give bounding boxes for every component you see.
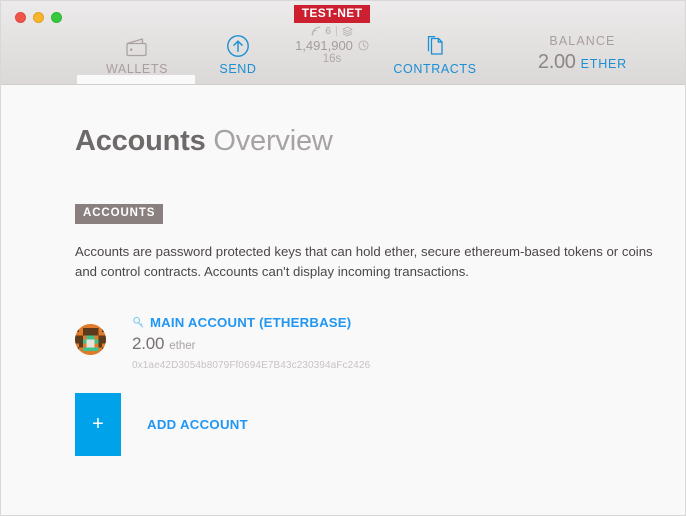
add-account-row[interactable]: + ADD ACCOUNT xyxy=(75,392,685,456)
add-account-button[interactable]: + xyxy=(75,392,121,456)
peers-row: 6 | xyxy=(279,26,385,37)
identicon-avatar xyxy=(75,323,106,355)
plus-icon: + xyxy=(92,413,104,436)
nav-label-send: SEND xyxy=(219,62,257,76)
app-window: WALLETS SEND TEST-NET 6 | 1,491,900 16s … xyxy=(0,0,686,516)
network-status-cluster: TEST-NET 6 | 1,491,900 16s xyxy=(279,4,385,65)
account-unit: ether xyxy=(169,339,196,352)
clock-icon xyxy=(358,40,369,51)
nav-item-wallets[interactable]: WALLETS xyxy=(89,32,185,76)
section-badge-accounts: ACCOUNTS xyxy=(75,204,164,224)
page-title-strong: Accounts xyxy=(75,125,206,157)
nav-label-wallets: WALLETS xyxy=(105,62,169,76)
key-icon xyxy=(132,316,145,329)
nav-label-contracts: CONTRACTS xyxy=(393,62,477,76)
balance-unit: ETHER xyxy=(580,57,627,71)
section-description: Accounts are password protected keys tha… xyxy=(75,243,653,279)
balance-amount: 2.00 xyxy=(537,51,576,73)
balance-label: BALANCE xyxy=(549,34,616,48)
wallet-icon xyxy=(89,32,185,58)
status-divider: | xyxy=(335,24,338,37)
account-address[interactable]: 0x1ae42D3054b8079Ff0694E7B43c230394aFc24… xyxy=(132,360,370,371)
account-amount: 2.00 xyxy=(132,333,165,353)
account-list-item[interactable]: MAIN ACCOUNT (ETHERBASE) 2.00 ether 0x1a… xyxy=(75,315,685,371)
account-name-row: MAIN ACCOUNT (ETHERBASE) xyxy=(132,315,370,330)
account-balance-row: 2.00 ether xyxy=(132,334,370,354)
account-name[interactable]: MAIN ACCOUNT (ETHERBASE) xyxy=(150,315,351,330)
account-info: MAIN ACCOUNT (ETHERBASE) 2.00 ether 0x1a… xyxy=(132,315,370,371)
network-badge: TEST-NET xyxy=(293,5,371,23)
blocks-stack-icon xyxy=(342,26,353,37)
block-time: 16s xyxy=(322,52,342,65)
page-title: Accounts Overview xyxy=(75,125,685,158)
signal-icon xyxy=(311,26,321,36)
peer-count: 6 xyxy=(325,24,332,37)
send-arrow-icon xyxy=(201,32,275,58)
app-header: WALLETS SEND TEST-NET 6 | 1,491,900 16s … xyxy=(1,1,685,85)
active-tab-indicator xyxy=(77,75,195,84)
contracts-icon xyxy=(387,32,483,58)
add-account-label[interactable]: ADD ACCOUNT xyxy=(147,417,248,432)
header-balance: BALANCE 2.00 ETHER xyxy=(538,34,627,74)
nav-item-send[interactable]: SEND xyxy=(201,32,275,76)
block-number-row: 1,491,900 xyxy=(279,39,385,52)
page-title-light: Overview xyxy=(213,125,333,157)
main-content: Accounts Overview ACCOUNTS Accounts are … xyxy=(1,125,685,515)
main-nav: WALLETS SEND TEST-NET 6 | 1,491,900 16s … xyxy=(1,1,685,84)
nav-item-contracts[interactable]: CONTRACTS xyxy=(387,32,483,76)
balance-value-row: 2.00 ETHER xyxy=(538,51,627,74)
block-number: 1,491,900 xyxy=(295,37,353,53)
